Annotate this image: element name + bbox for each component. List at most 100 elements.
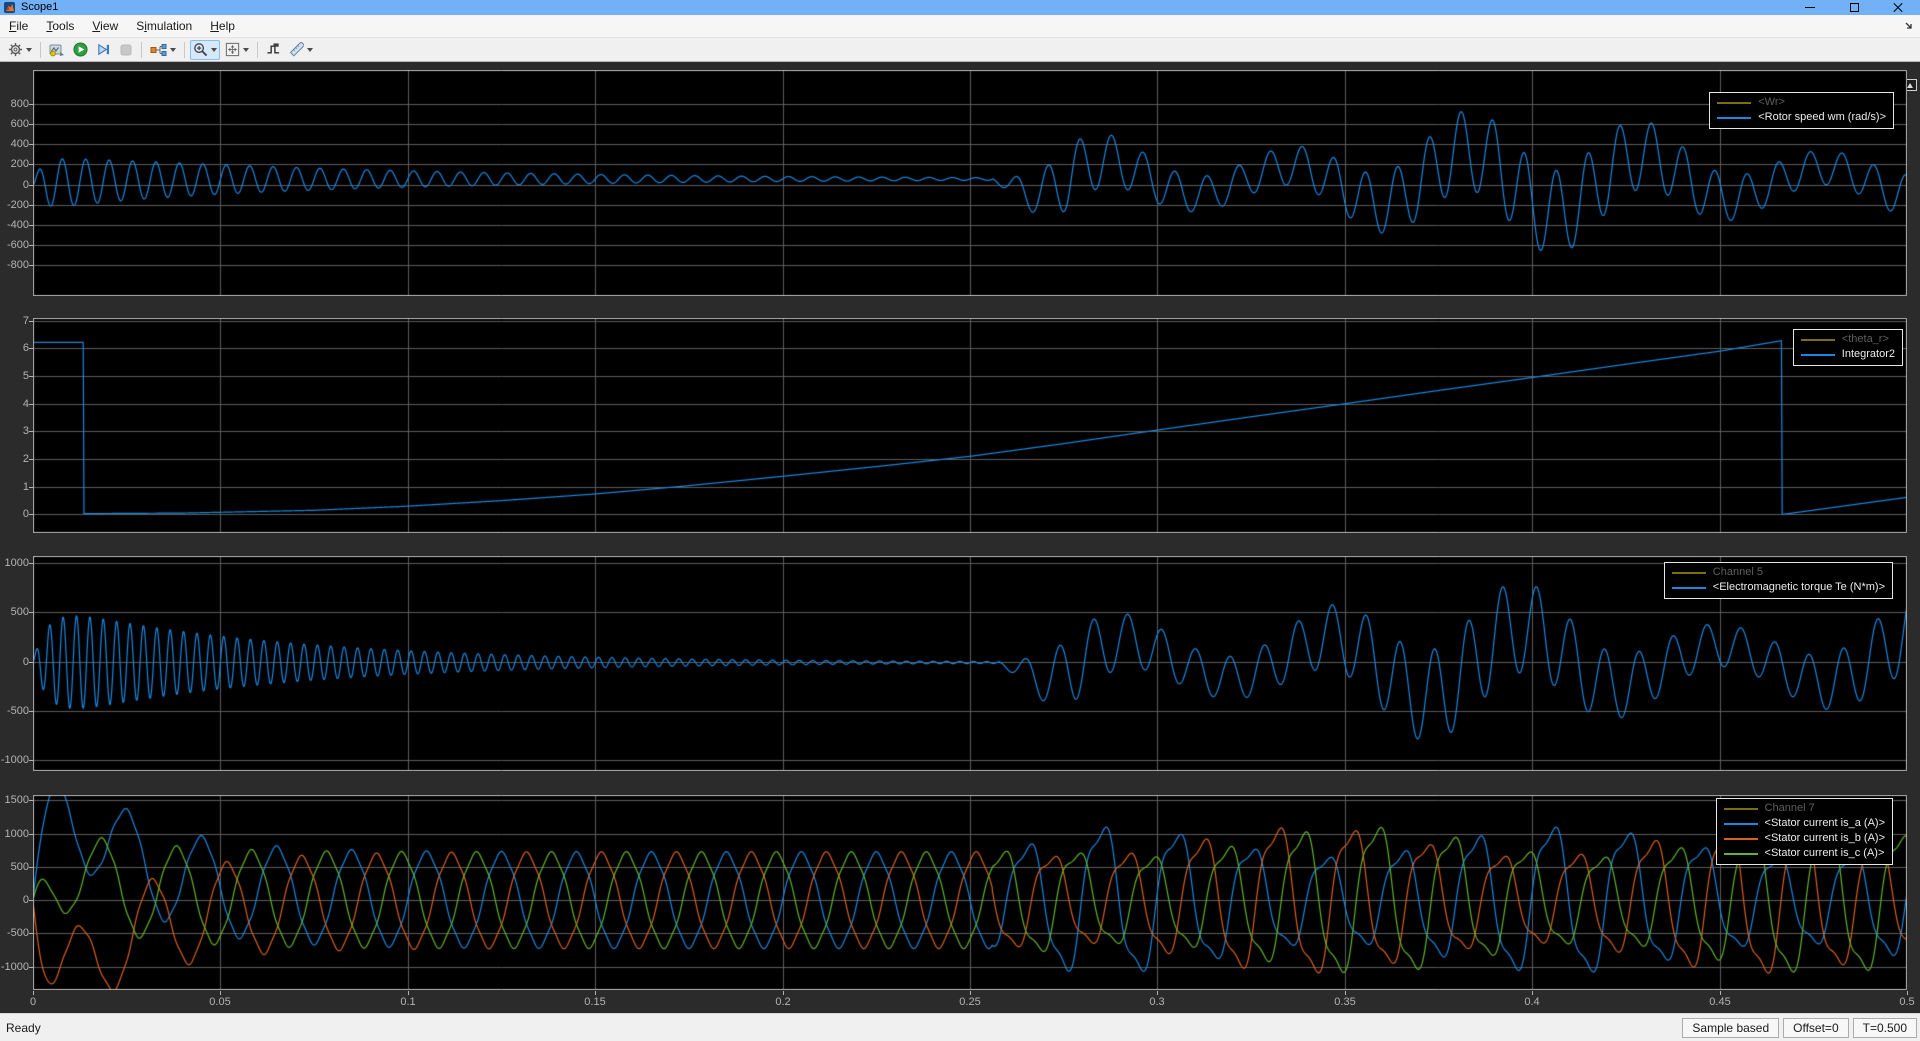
measurements-icon [289,42,304,57]
chevron-down-icon[interactable] [170,48,176,52]
legend-torque: Channel 5<Electromagnetic torque Te (N*m… [1664,562,1893,599]
y-tick-label: -400 [0,219,29,231]
simulink-snapshot-icon [49,43,65,57]
plot-canvas-theta[interactable] [33,318,1907,533]
plot-canvas-stator-currents[interactable] [33,795,1907,990]
legend-entry[interactable]: <Rotor speed wm (rad/s)> [1717,110,1886,125]
y-tick-label: 500 [0,606,29,618]
trigger-button[interactable] [263,40,284,60]
stop-button[interactable] [116,40,136,60]
y-tick-mark [29,205,33,206]
configuration-gear-button[interactable] [5,40,35,60]
toolbar-separator [257,42,258,58]
maximize-button[interactable] [1832,0,1876,15]
y-tick-mark [29,245,33,246]
chevron-down-icon[interactable] [26,48,32,52]
y-tick-label: 400 [0,138,29,150]
close-icon [1893,3,1903,13]
plot-canvas-rotor-speed[interactable] [33,70,1907,296]
legend-theta: <theta_r>Integrator2 [1793,329,1903,366]
menu-item-view[interactable]: View [83,16,127,36]
menu-item-file[interactable]: File [0,16,37,36]
signal-selector-button[interactable] [147,40,179,60]
legend-line-swatch [1801,339,1835,341]
x-tick-label: 0.25 [950,996,990,1008]
y-tick-label: 0 [0,656,29,668]
legend-stator-currents: Channel 7<Stator current is_a (A)><Stato… [1716,798,1893,865]
legend-entry[interactable]: <Wr> [1717,95,1886,110]
y-tick-label: 0 [0,894,29,906]
y-tick-mark [29,376,33,377]
stop-icon [119,43,133,57]
x-tick-label: 0.2 [763,996,803,1008]
legend-label: <theta_r> [1842,333,1889,346]
run-button[interactable] [70,40,91,60]
zoom-in-icon [193,42,208,57]
menu-item-tools[interactable]: Tools [37,16,83,36]
window-title: Scope1 [21,2,58,13]
legend-line-swatch [1717,117,1751,119]
plot-area: 8006004002000-200-400-600-800<Wr><Rotor … [0,62,1920,1013]
y-tick-label: -1000 [0,754,29,766]
plot-canvas-torque[interactable] [33,556,1907,771]
legend-label: <Stator current is_a (A)> [1765,817,1885,830]
simulink-snapshot-button[interactable] [46,40,68,60]
matlab-scope-icon [4,2,15,13]
legend-line-swatch [1672,572,1706,574]
step-forward-button[interactable] [93,40,114,60]
chevron-down-icon[interactable] [211,48,217,52]
y-tick-mark [29,612,33,613]
x-tick-mark [970,991,971,995]
x-tick-mark [783,991,784,995]
legend-entry[interactable]: <Stator current is_a (A)> [1724,816,1885,831]
minimize-button[interactable] [1788,0,1832,15]
y-tick-mark [29,404,33,405]
status-bar: Ready Sample basedOffset=0T=0.500 [0,1013,1920,1041]
toolbar-separator [141,42,142,58]
chevron-down-icon[interactable] [307,48,313,52]
y-tick-mark [29,124,33,125]
measurements-button[interactable] [286,40,316,60]
legend-entry[interactable]: Channel 7 [1724,801,1885,816]
window-controls [1788,0,1920,15]
legend-label: <Wr> [1758,96,1785,109]
scope-plot-rotor-speed: 8006004002000-200-400-600-800<Wr><Rotor … [0,70,1920,296]
y-tick-label: -800 [0,259,29,271]
menu-item-simulation[interactable]: Simulation [127,16,201,36]
status-segment-1: Offset=0 [1783,1018,1848,1038]
legend-entry[interactable]: Channel 5 [1672,565,1885,580]
span-icon [225,42,240,57]
legend-entry[interactable]: <Electromagnetic torque Te (N*m)> [1672,580,1885,595]
chevron-down-icon[interactable] [243,48,249,52]
toolbar-separator [184,42,185,58]
y-tick-label: -600 [0,239,29,251]
menu-item-help[interactable]: Help [201,16,244,36]
menu-bar: FileToolsViewSimulationHelp [0,15,1920,38]
legend-line-swatch [1801,354,1835,356]
y-tick-label: -500 [0,705,29,717]
x-tick-mark [595,991,596,995]
zoom-in-button[interactable] [190,40,220,60]
run-icon [73,42,88,57]
toolbar-separator [40,42,41,58]
y-tick-label: 3 [0,425,29,437]
x-tick-mark [33,991,34,995]
status-text: Ready [6,1021,41,1035]
y-tick-mark [29,760,33,761]
x-tick-label: 0.15 [575,996,615,1008]
toolbar [0,38,1920,62]
y-tick-mark [29,900,33,901]
legend-entry[interactable]: Integrator2 [1801,347,1895,362]
legend-label: Channel 5 [1713,566,1763,579]
scope-plot-theta: 76543210<theta_r>Integrator2 [0,318,1920,533]
close-button[interactable] [1876,0,1920,15]
legend-entry[interactable]: <Stator current is_b (A)> [1724,831,1885,846]
legend-line-swatch [1724,853,1758,855]
toolbar-overflow-icon[interactable] [1905,22,1914,31]
y-tick-mark [29,104,33,105]
configuration-gear-icon [8,42,23,57]
y-tick-mark [29,459,33,460]
span-button[interactable] [222,40,252,60]
legend-entry[interactable]: <Stator current is_c (A)> [1724,846,1885,861]
legend-entry[interactable]: <theta_r> [1801,332,1895,347]
